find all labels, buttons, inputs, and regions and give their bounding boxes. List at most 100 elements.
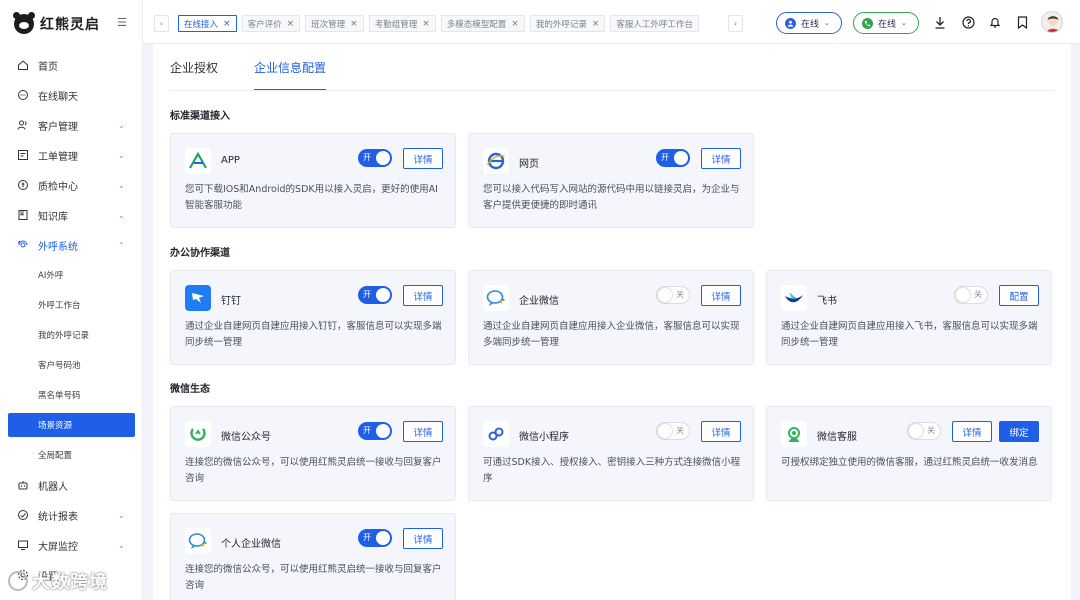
toggle-label: 开 (363, 533, 371, 542)
brand[interactable]: 红熊灵启 (13, 12, 100, 35)
sidebar-item-reports[interactable]: 统计报表 ⌄ (0, 500, 143, 530)
sidebar-subitem-ai-outbound[interactable]: AI外呼 (0, 260, 143, 290)
sidebar-item-knowledge[interactable]: 知识库 ⌄ (0, 200, 143, 230)
toggle-knob (376, 531, 390, 545)
users-icon (17, 119, 29, 131)
sidebar-item-customers[interactable]: 客户管理 ⌄ (0, 110, 143, 140)
sidebar-item-tickets[interactable]: 工单管理 ⌄ (0, 140, 143, 170)
channel-card-web: 网页 开 详情 您可以接入代码写入网站的源代码中用以链接灵启，为企业与客户提供更… (468, 133, 754, 228)
toggle-label: 开 (661, 153, 669, 162)
chevron-right-icon: › (733, 19, 738, 28)
home-icon (17, 59, 29, 71)
tab-attendance-group[interactable]: 考勤组管理 × (368, 15, 436, 32)
sidebar-item-home[interactable]: 首页 (0, 50, 143, 80)
close-icon[interactable]: × (223, 19, 231, 29)
status-select-2[interactable]: 在线 ⌄ (853, 12, 919, 34)
wechat-service-icon (781, 421, 807, 447)
channel-card-wechat-service: 微信客服 关 详情 绑定 可授权绑定独立使用的微信客服，通过红熊灵启统一收发消息 (766, 406, 1052, 501)
close-icon[interactable]: × (350, 19, 358, 29)
sidebar-subitem-scene-resources[interactable]: 场景资源 (8, 413, 135, 437)
chevron-down-icon: ⌄ (118, 540, 125, 550)
ticket-icon (17, 149, 29, 161)
enable-toggle[interactable]: 开 (358, 286, 392, 304)
enable-toggle[interactable]: 关 (907, 422, 941, 440)
watermark-text: 大数跨境 (32, 572, 108, 593)
monitor-icon (17, 539, 29, 551)
tab-label: 考勤组管理 (374, 19, 418, 30)
sidebar-item-label: 客户管理 (38, 121, 78, 133)
chevron-down-icon: ⌄ (824, 19, 830, 27)
details-button[interactable]: 详情 (952, 421, 992, 442)
chevron-down-icon: ⌄ (901, 19, 907, 27)
robot-icon (17, 479, 29, 491)
avatar[interactable] (1041, 11, 1063, 33)
sidebar-item-outbound[interactable]: 外呼系统 ⌃ (0, 230, 143, 260)
enable-toggle[interactable]: 开 (358, 422, 392, 440)
channel-card-app: APP 开 详情 您可下载IOS和Android的SDK用以接入灵启，更好的使用… (170, 133, 456, 228)
sidebar-subitem-outbound-workbench[interactable]: 外呼工作台 (0, 290, 143, 320)
details-button[interactable]: 详情 (701, 285, 741, 306)
tab-agent-outbound-workbench[interactable]: 客服人工外呼工作台 (610, 15, 699, 32)
sidebar-item-label: 在线聊天 (38, 91, 78, 103)
sidebar-item-quality[interactable]: 质检中心 ⌄ (0, 170, 143, 200)
enable-toggle[interactable]: 开 (358, 149, 392, 167)
sidebar-subitem-blacklist[interactable]: 黑名单号码 (0, 380, 143, 410)
app-icon (185, 148, 211, 174)
tab-multimodal-config[interactable]: 多模态模型配置 × (440, 15, 525, 32)
sidebar-subitem-my-records[interactable]: 我的外呼记录 (0, 320, 143, 350)
book-icon (17, 209, 29, 221)
bookmark-icon[interactable] (1015, 15, 1029, 29)
close-icon[interactable]: × (287, 19, 295, 29)
sidebar-item-monitor[interactable]: 大屏监控 ⌄ (0, 530, 143, 560)
tab-my-outbound-records[interactable]: 我的外呼记录 × (529, 15, 606, 32)
tab-label: 我的外呼记录 (535, 19, 587, 30)
bell-icon[interactable] (988, 15, 1002, 29)
tab-enterprise-info-config[interactable]: 企业信息配置 (254, 44, 327, 91)
configure-button[interactable]: 配置 (999, 285, 1039, 306)
bind-button[interactable]: 绑定 (999, 421, 1039, 442)
sidebar-item-label: 机器人 (38, 481, 68, 493)
collapse-menu-icon[interactable]: ☰ (117, 17, 129, 29)
details-button[interactable]: 详情 (403, 528, 443, 549)
status-select-1[interactable]: 在线 ⌄ (776, 12, 842, 34)
details-button[interactable]: 详情 (403, 285, 443, 306)
enable-toggle[interactable]: 开 (656, 149, 690, 167)
tab-label: 多模态模型配置 (446, 19, 507, 30)
user-avatar-icon (1046, 16, 1060, 32)
watermark-logo-icon (8, 571, 28, 591)
details-button[interactable]: 详情 (701, 148, 741, 169)
tab-enterprise-authorization[interactable]: 企业授权 (170, 44, 218, 91)
card-description: 通过企业自建网页自建应用接入企业微信，客服信息可以实现多端同步统一管理 (483, 321, 740, 348)
sidebar-item-chat[interactable]: 在线聊天 (0, 80, 143, 110)
tabs-next-button[interactable]: › (728, 15, 743, 32)
sidebar-nav: 首页 在线聊天 客户管理 ⌄ 工单管理 ⌄ 质检中心 ⌄ 知识库 ⌄ 外呼系统 … (0, 50, 143, 590)
sidebar-item-label: 外呼系统 (38, 241, 78, 253)
sidebar-item-robot[interactable]: 机器人 (0, 470, 143, 500)
close-icon[interactable]: × (422, 19, 430, 29)
download-icon[interactable] (933, 15, 947, 29)
close-icon[interactable]: × (511, 19, 519, 29)
sidebar-subitem-number-pool[interactable]: 客户号码池 (0, 350, 143, 380)
enable-toggle[interactable]: 开 (358, 529, 392, 547)
tab-online-access[interactable]: 在线接入 × (178, 15, 237, 32)
chevron-down-icon: ⌄ (118, 120, 125, 130)
close-icon[interactable]: × (592, 19, 600, 29)
chevron-up-icon: ⌃ (118, 240, 125, 250)
enable-toggle[interactable]: 关 (656, 286, 690, 304)
tab-customer-rating[interactable]: 客户评价 × (241, 15, 301, 32)
toggle-label: 开 (363, 290, 371, 299)
dingtalk-icon (185, 285, 211, 311)
enable-toggle[interactable]: 关 (954, 286, 988, 304)
details-button[interactable]: 详情 (701, 421, 741, 442)
details-button[interactable]: 详情 (403, 148, 443, 169)
open-tabs: 在线接入 × 客户评价 × 班次管理 × 考勤组管理 × 多模态模型配置 × 我的外呼记录… (178, 15, 699, 32)
miniprogram-icon (483, 421, 509, 447)
sidebar-item-label: 首页 (38, 61, 58, 73)
tab-shift-management[interactable]: 班次管理 × (305, 15, 364, 32)
help-icon[interactable] (961, 15, 975, 29)
tabs-prev-button[interactable]: ‹ (154, 15, 169, 32)
details-button[interactable]: 详情 (403, 421, 443, 442)
sidebar-subitem-global-config[interactable]: 全局配置 (0, 440, 143, 470)
enable-toggle[interactable]: 关 (656, 422, 690, 440)
chevron-down-icon: ⌄ (118, 180, 125, 190)
